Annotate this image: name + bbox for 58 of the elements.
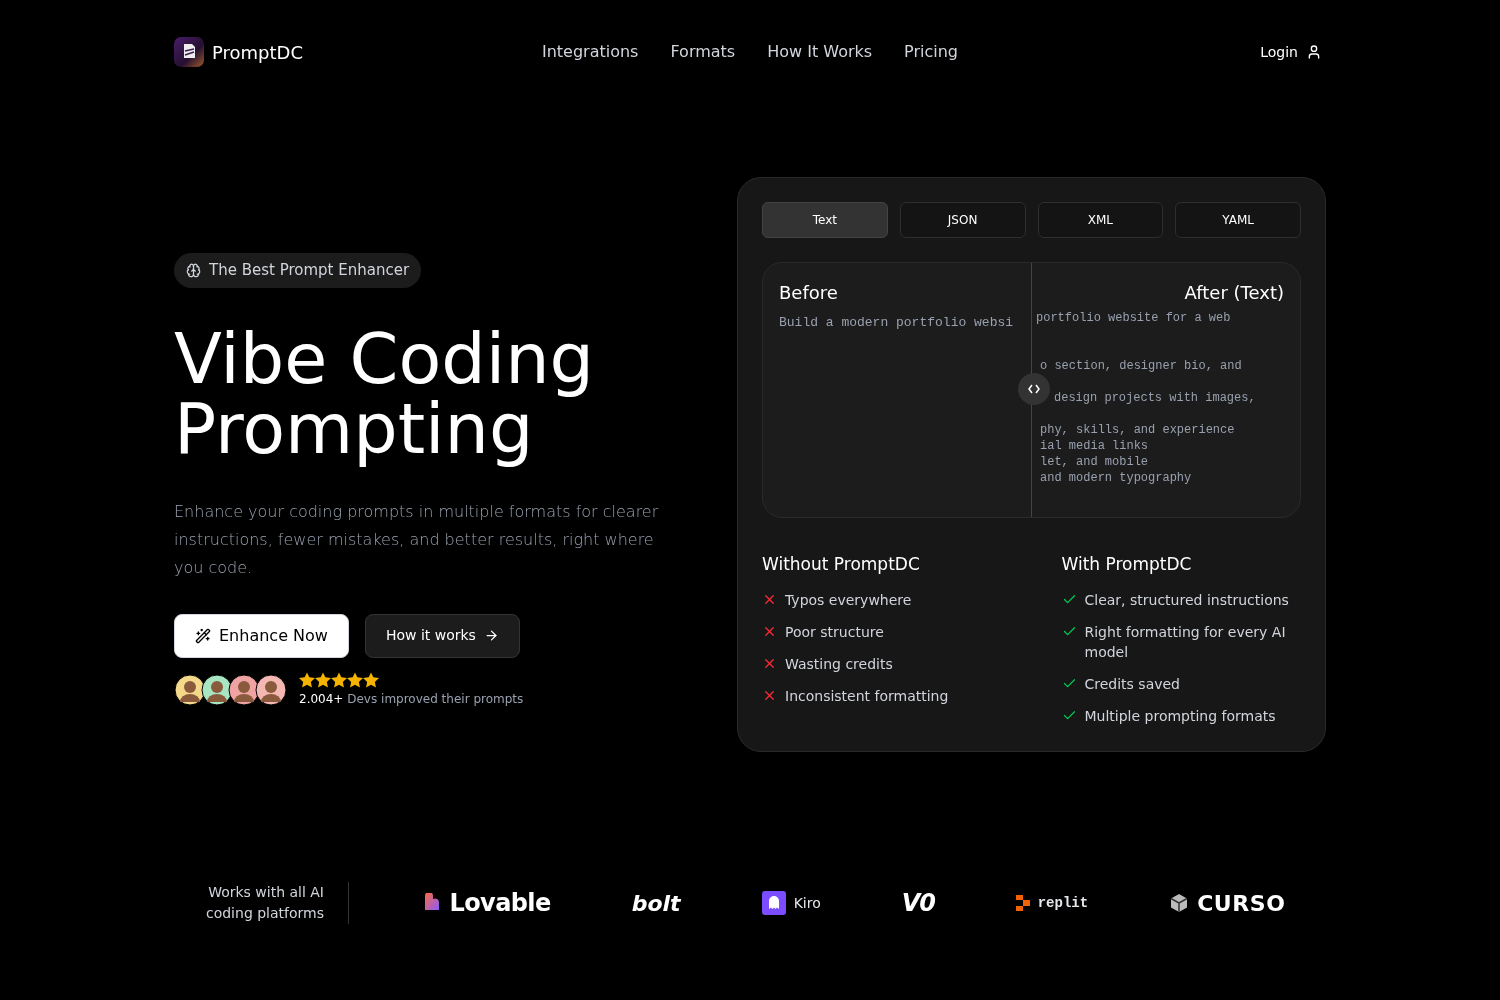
- after-text-line: o section, designer bio, and: [1039, 358, 1242, 374]
- ghost-logo-icon: [761, 891, 786, 915]
- user-icon: [1306, 44, 1322, 60]
- before-title: Before: [779, 281, 839, 305]
- star-icon: [331, 671, 347, 688]
- hero-description: Enhance your coding prompts in multiple formats for clearer instructions, fewer mistakes, and better results, right where you code.: [174, 500, 660, 579]
- comparison-item: Multiple prompting formats: [1084, 706, 1277, 726]
- before-text: Build a modern portfolio websi: [779, 314, 1014, 332]
- star-icon: [299, 671, 315, 688]
- how-it-works-button[interactable]: How it works: [364, 613, 520, 658]
- comparison-item: Poor structure: [785, 622, 885, 642]
- after-text-line: phy, skills, and experience: [1039, 422, 1235, 438]
- comparison-item: Wasting credits: [785, 654, 894, 674]
- blocks-logo-icon: [1015, 895, 1030, 911]
- after-text-line: let, and mobile: [1039, 454, 1149, 470]
- nav-link[interactable]: Formats: [670, 40, 736, 64]
- platform-logo[interactable]: CURSO: [1197, 886, 1286, 920]
- after-text-line: ial media links: [1039, 438, 1149, 454]
- platform-logo[interactable]: bolt: [631, 886, 681, 920]
- after-title: After (Text): [1183, 281, 1284, 305]
- after-text-line: and modern typography: [1039, 470, 1192, 486]
- comparison-item: Credits saved: [1084, 674, 1181, 694]
- login-button[interactable]: Login: [1260, 41, 1326, 63]
- cube-logo-icon: [1169, 893, 1190, 913]
- star-icon: [347, 671, 363, 688]
- brand-name[interactable]: PromptDC: [212, 38, 303, 66]
- comparison-title: With PromptDC: [1061, 553, 1193, 576]
- format-tab[interactable]: JSON: [899, 202, 1026, 238]
- after-text-line: portfolio website for a web: [1035, 310, 1231, 326]
- format-tab[interactable]: YAML: [1175, 202, 1301, 238]
- platform-logo[interactable]: Lovable: [449, 885, 551, 921]
- comparison-item: Right formatting for every AI model: [1084, 622, 1287, 662]
- brain-icon: [186, 262, 201, 278]
- nav-link[interactable]: Integrations: [541, 40, 639, 64]
- platform-logo[interactable]: V0: [901, 885, 935, 921]
- star-icon: [315, 671, 331, 688]
- comparison-item: Clear, structured instructions: [1084, 590, 1290, 610]
- magic-wand-icon: [195, 627, 211, 644]
- proof-count: 2.004+: [299, 691, 344, 706]
- platform-logo[interactable]: replit: [1037, 892, 1089, 914]
- comparison-item: Inconsistent formatting: [785, 686, 950, 706]
- nav-link[interactable]: Pricing: [904, 40, 959, 64]
- enhance-now-button[interactable]: Enhance Now: [174, 613, 349, 658]
- comparison-title: Without PromptDC: [762, 553, 921, 576]
- format-tab[interactable]: Text: [762, 202, 888, 238]
- platform-logo[interactable]: Kiro: [793, 892, 821, 914]
- after-text-line: design projects with images,: [1053, 390, 1256, 406]
- proof-text: Devs improved their prompts: [347, 691, 524, 706]
- badge-text: The Best Prompt Enhancer: [209, 260, 410, 281]
- code-arrows-icon: [1028, 384, 1040, 394]
- star-icon: [363, 671, 379, 688]
- format-tab[interactable]: XML: [1037, 202, 1164, 238]
- platforms-label: Works with all AI coding platforms: [174, 882, 349, 924]
- arrow-right-icon: [483, 628, 499, 643]
- comparison-item: Typos everywhere: [785, 590, 913, 610]
- nav-link[interactable]: How It Works: [767, 40, 873, 64]
- compare-handle[interactable]: [1018, 373, 1050, 405]
- logo-icon[interactable]: [174, 37, 204, 67]
